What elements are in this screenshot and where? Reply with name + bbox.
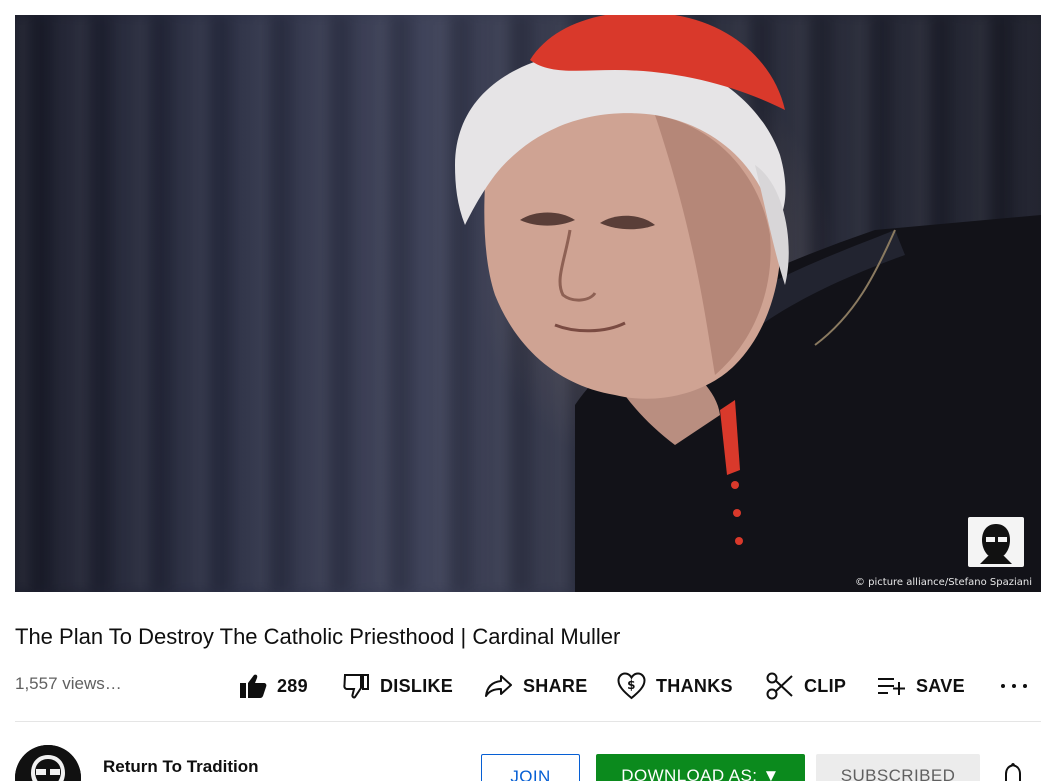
clip-button[interactable]: CLIP (766, 671, 846, 701)
more-icon-dot (1023, 684, 1027, 688)
thanks-button[interactable]: $ THANKS (617, 671, 733, 701)
thanks-icon: $ (617, 672, 646, 700)
clip-icon (766, 672, 793, 700)
thanks-label: THANKS (656, 675, 733, 696)
channel-name[interactable]: Return To Tradition (103, 757, 259, 777)
bell-icon (1005, 762, 1021, 781)
more-icon (1001, 684, 1005, 688)
like-button[interactable]: 289 (239, 671, 308, 701)
video-title: The Plan To Destroy The Catholic Priesth… (15, 624, 621, 649)
notification-bell-button[interactable] (1002, 762, 1024, 781)
divider (15, 721, 1041, 722)
join-button[interactable]: JOIN (481, 754, 580, 781)
dislike-label: DISLIKE (380, 675, 454, 696)
video-frame-image (455, 15, 1041, 592)
dislike-icon (343, 674, 369, 699)
download-as-button[interactable]: DOWNLOAD AS: ▼ (596, 754, 805, 781)
like-icon (240, 674, 267, 698)
share-button[interactable]: SHARE (484, 671, 588, 701)
save-button[interactable]: SAVE (877, 671, 965, 701)
save-icon (878, 678, 905, 695)
video-player[interactable]: © picture alliance/Stefano Spaziani (15, 15, 1041, 592)
more-actions-button[interactable] (1001, 675, 1027, 697)
svg-text:$: $ (627, 678, 636, 692)
subscribed-button[interactable]: SUBSCRIBED (816, 754, 980, 781)
clip-label: CLIP (804, 675, 847, 696)
channel-avatar[interactable] (15, 745, 81, 781)
dislike-button[interactable]: DISLIKE (343, 671, 453, 701)
like-count: 289 (277, 675, 308, 696)
channel-watermark-logo[interactable] (968, 517, 1024, 567)
photo-credit: © picture alliance/Stefano Spaziani (854, 577, 1032, 588)
share-icon (485, 675, 512, 697)
view-count[interactable]: 1,557 views… (15, 674, 122, 694)
share-label: SHARE (523, 675, 588, 696)
save-label: SAVE (916, 675, 965, 696)
more-icon-dot (1012, 684, 1016, 688)
